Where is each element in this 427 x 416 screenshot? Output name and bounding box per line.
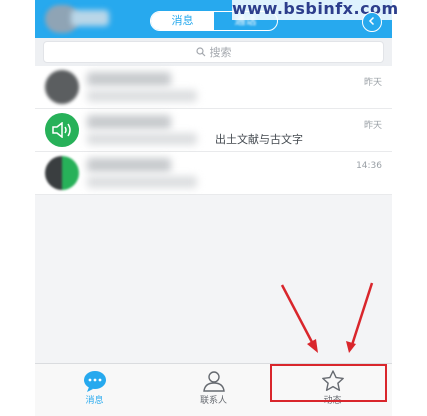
back-button[interactable]	[362, 12, 382, 32]
tab-label: 联系人	[199, 396, 227, 406]
tab-contacts[interactable]: 联系人	[154, 364, 273, 416]
conversation-list: 昨天 出土文献与古文字 昨天 14:36	[35, 66, 392, 195]
tab-messages-header[interactable]: 消息	[151, 12, 214, 30]
chevron-left-icon	[368, 16, 375, 26]
message-time: 14:36	[356, 161, 382, 171]
contact-avatar	[45, 70, 79, 104]
message-time: 昨天	[363, 78, 382, 88]
message-preview-blurred	[87, 90, 197, 102]
tab-label: 消息	[85, 396, 104, 406]
contacts-icon	[202, 371, 225, 392]
watermark: www.bsbinfx.com	[232, 0, 422, 20]
list-item[interactable]: 14:36	[35, 152, 392, 195]
speaker-avatar	[45, 113, 79, 147]
message-preview: 出土文献与古文字	[215, 133, 303, 146]
message-time: 昨天	[363, 121, 382, 131]
empty-area	[35, 195, 392, 363]
search-icon	[195, 47, 205, 57]
message-preview-blurred	[87, 176, 197, 188]
tab-messages[interactable]: 消息	[35, 364, 154, 416]
contact-name-blurred	[87, 115, 171, 129]
highlight-box	[270, 364, 387, 402]
user-name-blurred	[71, 10, 109, 26]
speaker-icon	[52, 122, 71, 138]
search-input[interactable]: 搜索	[43, 41, 384, 63]
search-placeholder: 搜索	[209, 46, 232, 59]
chat-bubble-icon	[83, 371, 106, 392]
phone-screen: 消息 通话 搜索 昨天 出土文献与古文字 昨天 14:36 消息 联系人 动态	[35, 0, 392, 416]
list-item[interactable]: 出土文献与古文字 昨天	[35, 109, 392, 152]
list-item[interactable]: 昨天	[35, 66, 392, 109]
contact-avatar	[45, 156, 79, 190]
message-preview-blurred	[87, 133, 197, 145]
contact-name-blurred	[87, 158, 171, 172]
search-area: 搜索	[35, 38, 392, 66]
contact-name-blurred	[87, 72, 171, 86]
